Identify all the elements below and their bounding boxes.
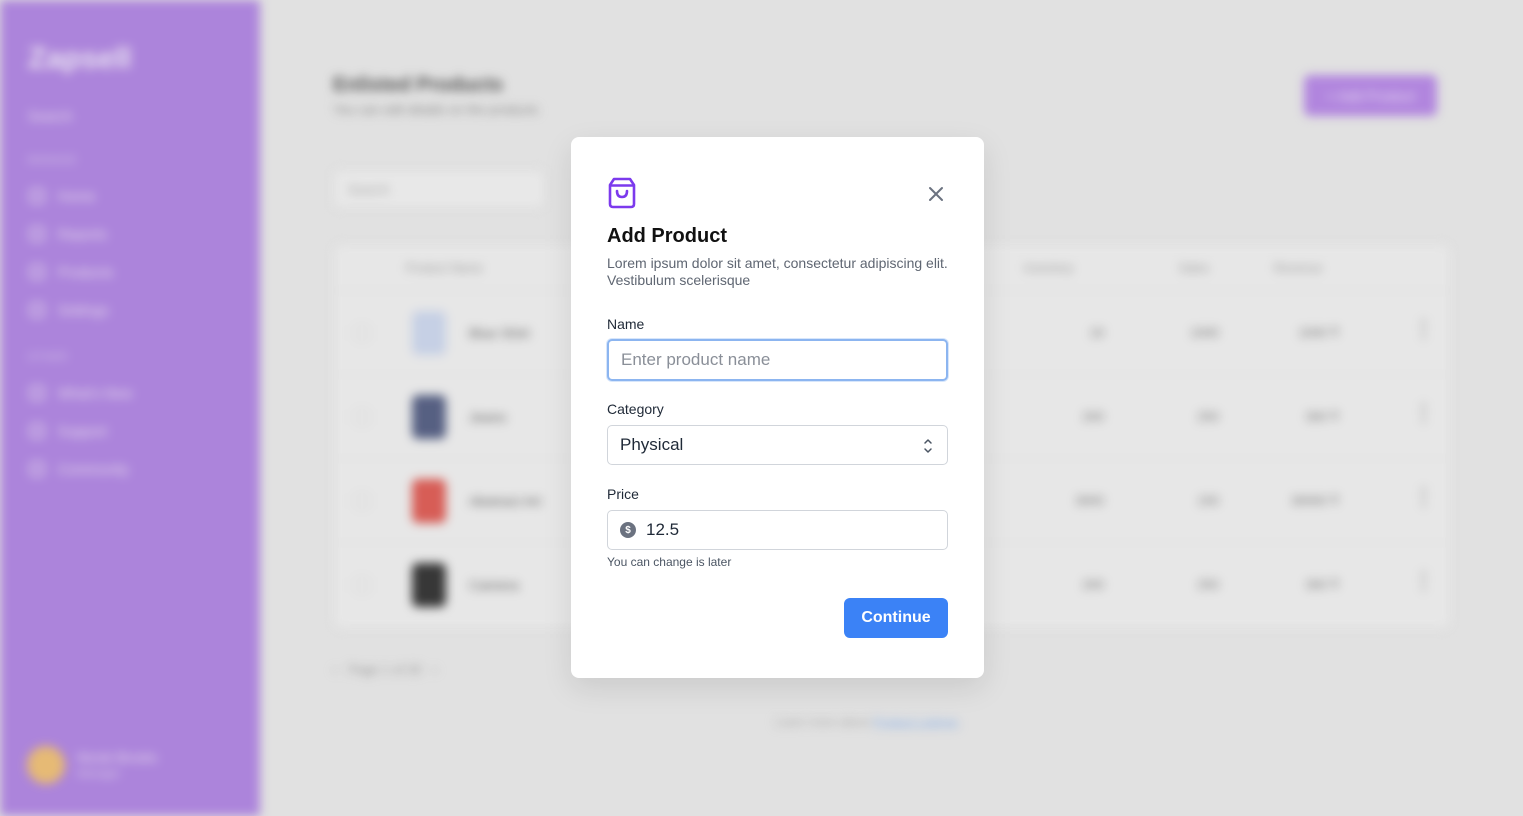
- close-button[interactable]: [925, 183, 947, 205]
- add-product-modal: Add Product Lorem ipsum dolor sit amet, …: [571, 137, 984, 678]
- price-value[interactable]: 12.5: [646, 520, 679, 540]
- category-select[interactable]: Physical: [607, 425, 948, 465]
- price-helper-text: You can change is later: [607, 555, 732, 569]
- dollar-icon: $: [620, 522, 636, 538]
- category-selected-value: Physical: [620, 435, 684, 454]
- product-name-input[interactable]: [607, 339, 948, 381]
- price-input[interactable]: $ 12.5: [607, 510, 948, 550]
- continue-button[interactable]: Continue: [844, 598, 948, 638]
- price-label: Price: [607, 486, 639, 502]
- modal-title: Add Product: [607, 225, 727, 247]
- close-icon: [929, 187, 943, 201]
- modal-description: Lorem ipsum dolor sit amet, consectetur …: [607, 255, 948, 288]
- category-label: Category: [607, 401, 664, 417]
- name-label: Name: [607, 316, 645, 332]
- shopping-bag-icon: [608, 177, 636, 209]
- chevron-up-down-icon: [924, 439, 932, 453]
